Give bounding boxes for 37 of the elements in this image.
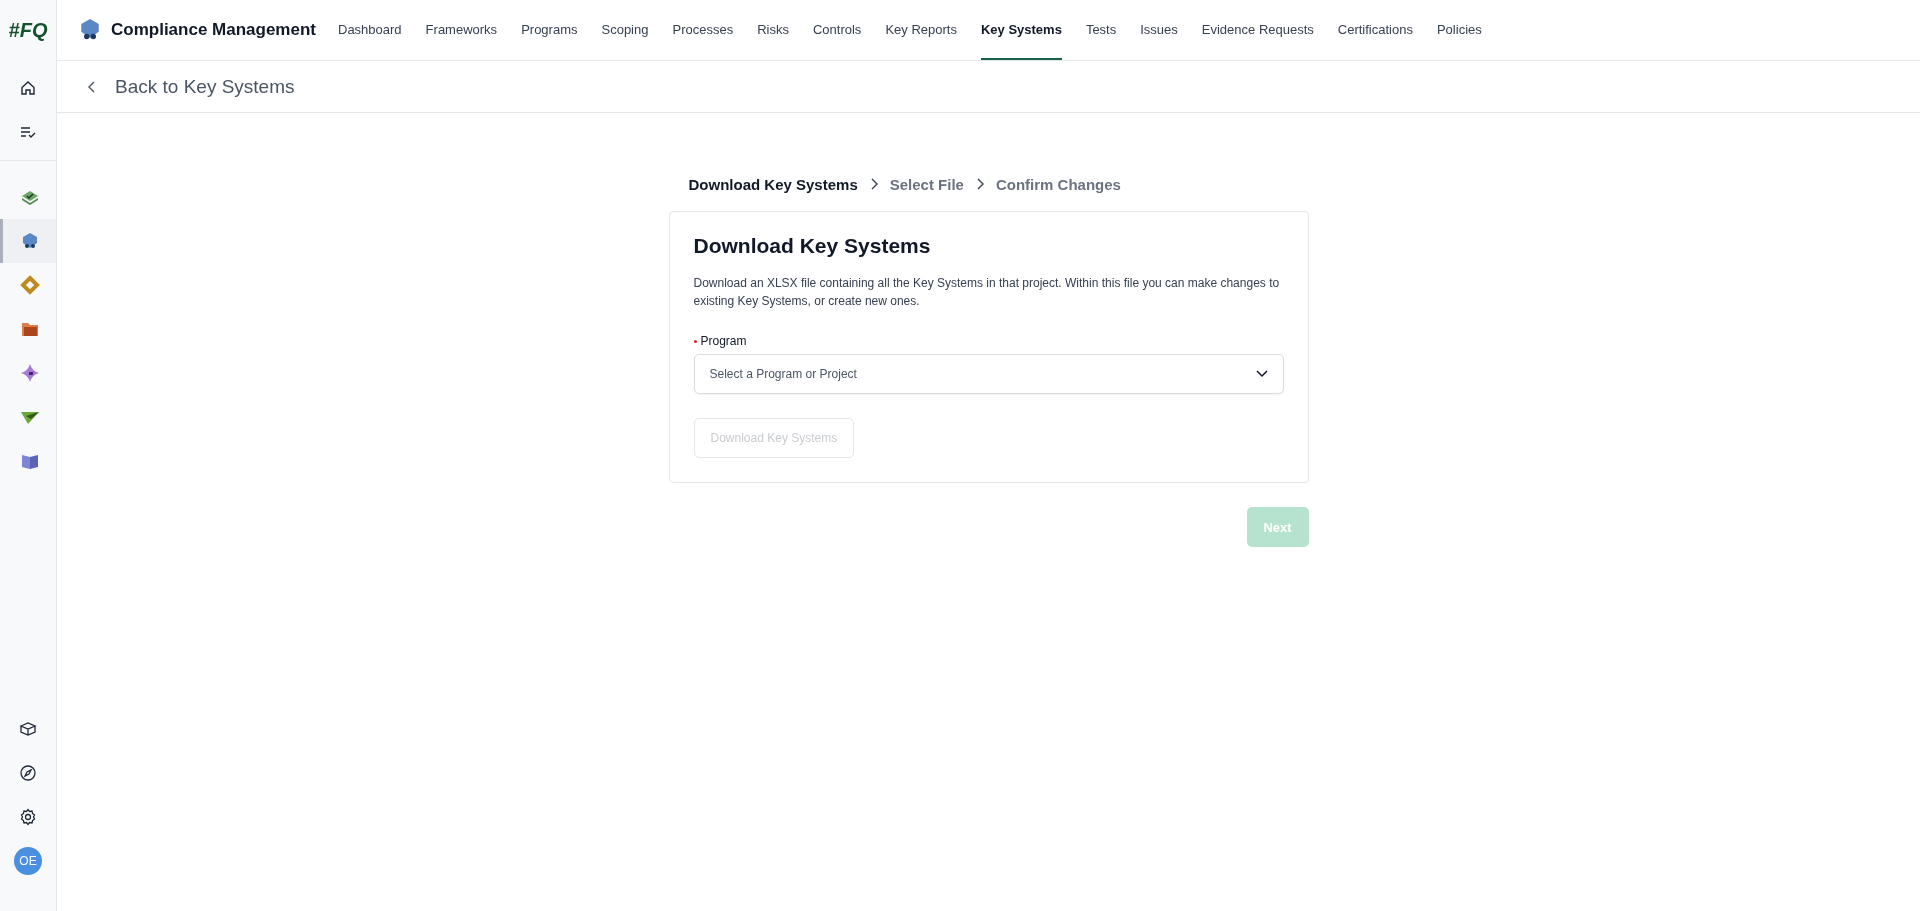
compass-icon[interactable] <box>19 764 37 782</box>
nav-tab[interactable]: Dashboard <box>338 0 402 60</box>
chevron-left-icon <box>87 80 97 93</box>
description-text: Download an XLSX file containing all the Key Systems in that project. Within this file you can make changes to existing Key Systems, or create new ones. <box>693 275 1281 310</box>
step-label: Select File <box>889 175 964 193</box>
nav-tab[interactable]: Scoping <box>601 0 649 60</box>
chevron-right-icon <box>869 178 878 190</box>
chevron-down-icon <box>1255 370 1268 378</box>
sparkle-icon <box>19 363 40 383</box>
ring-icon <box>19 275 40 295</box>
nav-tab[interactable]: Key Reports <box>885 0 957 60</box>
chevron-right-icon <box>975 178 984 190</box>
nav-tab[interactable]: Certifications <box>1337 0 1413 60</box>
back-link[interactable]: Back to Key Systems <box>87 75 295 98</box>
list-check-icon[interactable] <box>20 124 36 140</box>
nav-tab[interactable]: Tests <box>1085 0 1117 60</box>
step-label: Confirm Changes <box>995 175 1121 193</box>
nav-tab[interactable]: Programs <box>521 0 578 60</box>
program-select[interactable]: Select a Program or Project <box>693 354 1284 394</box>
nav-tab[interactable]: Key Systems <box>980 0 1062 60</box>
home-icon[interactable] <box>20 80 36 96</box>
field-label: Program <box>700 334 747 348</box>
nav-tab[interactable]: Policies <box>1436 0 1482 60</box>
nav-tab[interactable]: Frameworks <box>425 0 498 60</box>
badge-icon <box>79 18 101 42</box>
app-item[interactable] <box>0 219 56 263</box>
nav-tab[interactable]: Issues <box>1140 0 1178 60</box>
nav-tab[interactable]: Processes <box>672 0 734 60</box>
app-title: Compliance Management <box>111 20 316 40</box>
nav-tab[interactable]: Risks <box>757 0 789 60</box>
nav-tab[interactable]: Evidence Requests <box>1201 0 1314 60</box>
settings-icon[interactable] <box>19 808 37 826</box>
step-label: Download Key Systems <box>688 175 858 193</box>
nav-tab[interactable]: Controls <box>812 0 862 60</box>
card-title: Download Key Systems <box>693 234 932 258</box>
box-icon[interactable] <box>19 720 37 738</box>
logo[interactable]: #FQ <box>0 0 56 60</box>
